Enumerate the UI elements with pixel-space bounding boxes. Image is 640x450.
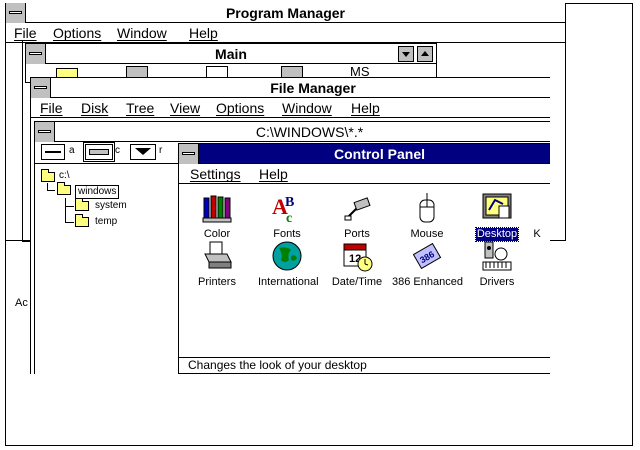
desktop-icon <box>481 192 513 224</box>
status-bar: Changes the look of your desktop <box>179 357 550 373</box>
program-manager-titlebar[interactable]: Program Manager <box>6 3 565 23</box>
color-applet[interactable]: Color <box>189 192 245 242</box>
drive-r-label[interactable]: r <box>159 145 162 156</box>
menu-help[interactable]: Help <box>189 25 218 41</box>
menu-help[interactable]: Help <box>351 100 380 116</box>
maximize-button[interactable] <box>417 46 433 62</box>
program-manager-menubar: File Options Window Help <box>6 23 565 43</box>
file-manager-title: File Manager <box>270 80 356 96</box>
printers-applet[interactable]: Printers <box>189 240 245 290</box>
svg-text:c: c <box>286 211 292 224</box>
folder-icon <box>41 169 55 182</box>
menu-tree[interactable]: Tree <box>126 100 154 116</box>
ports-applet[interactable]: Ports <box>329 192 385 242</box>
menu-file[interactable]: File <box>40 100 63 116</box>
drive-r-icon[interactable] <box>130 144 156 160</box>
main-group-titlebar[interactable]: Main <box>26 44 436 64</box>
drivers-applet[interactable]: Drivers <box>469 240 525 290</box>
applet-label: Drivers <box>479 276 515 288</box>
folder-icon <box>75 214 89 227</box>
drive-a-label[interactable]: a <box>69 145 75 156</box>
applet-label: International <box>258 276 319 288</box>
applet-label: Date/Time <box>331 276 383 288</box>
menu-settings[interactable]: Settings <box>190 166 241 182</box>
directory-path-title: C:\WINDOWS\*.* <box>255 124 364 140</box>
printers-icon <box>201 240 233 272</box>
window-title: Program Manager <box>225 5 346 21</box>
main-group-title: Main <box>215 46 247 62</box>
mouse-icon <box>411 192 443 224</box>
control-panel-menubar: Settings Help <box>179 164 550 184</box>
tree-pane: c:\ windows system temp <box>35 165 180 374</box>
keyboard-applet-partial[interactable]: K <box>517 192 550 242</box>
menu-options[interactable]: Options <box>216 100 264 116</box>
enhanced386-icon: 386 <box>411 240 443 272</box>
tree-item-temp[interactable]: temp <box>95 216 117 228</box>
fonts-applet[interactable]: A B c Fonts <box>259 192 315 242</box>
applet-label: 386 Enhanced <box>392 276 463 288</box>
drive-a-icon[interactable] <box>41 144 65 160</box>
fonts-icon: A B c <box>271 192 303 226</box>
tree-item-root[interactable]: c:\ <box>59 170 70 182</box>
menu-window[interactable]: Window <box>117 25 167 41</box>
file-manager-menubar: File Disk Tree View Options Window Help <box>31 98 550 118</box>
tree-item-system[interactable]: system <box>95 200 127 212</box>
applet-label: K <box>533 228 541 240</box>
menu-disk[interactable]: Disk <box>81 100 108 116</box>
control-panel-titlebar[interactable]: Control Panel <box>179 144 550 164</box>
control-panel-title: Control Panel <box>333 146 425 162</box>
program-manager-inner-edge <box>22 40 23 242</box>
ports-icon <box>341 192 373 224</box>
tree-item-windows[interactable]: windows <box>75 185 120 199</box>
control-panel-window: Control Panel Settings Help Color A B c … <box>178 143 550 374</box>
applet-label: Printers <box>198 276 236 288</box>
international-icon <box>271 240 303 272</box>
minimize-button[interactable] <box>398 46 414 62</box>
svg-text:B: B <box>285 195 294 210</box>
directory-titlebar[interactable]: C:\WINDOWS\*.* <box>35 122 550 142</box>
folder-icon <box>75 198 89 211</box>
menu-file[interactable]: File <box>14 25 37 41</box>
datetime-icon: 12 <box>341 240 373 272</box>
datetime-applet[interactable]: 12 Date/Time <box>329 240 385 290</box>
drivers-icon <box>481 240 513 272</box>
menu-help[interactable]: Help <box>259 166 288 182</box>
mouse-applet[interactable]: Mouse <box>399 192 455 242</box>
enhanced386-applet[interactable]: 386 386 Enhanced <box>391 240 463 290</box>
partial-group-label-left: Ac <box>15 297 28 309</box>
keyboard-icon <box>521 192 550 224</box>
menu-window[interactable]: Window <box>282 100 332 116</box>
drive-c-label[interactable]: c <box>115 145 120 156</box>
menu-options[interactable]: Options <box>53 25 101 41</box>
desktop: Program Manager File Options Window Help… <box>0 0 640 450</box>
open-folder-icon <box>57 182 71 195</box>
color-icon <box>201 192 233 224</box>
drive-bar: a c r <box>35 142 180 164</box>
file-manager-titlebar[interactable]: File Manager <box>31 78 550 98</box>
drive-c-icon[interactable] <box>83 142 115 162</box>
international-applet[interactable]: International <box>257 240 319 290</box>
menu-view[interactable]: View <box>170 100 200 116</box>
